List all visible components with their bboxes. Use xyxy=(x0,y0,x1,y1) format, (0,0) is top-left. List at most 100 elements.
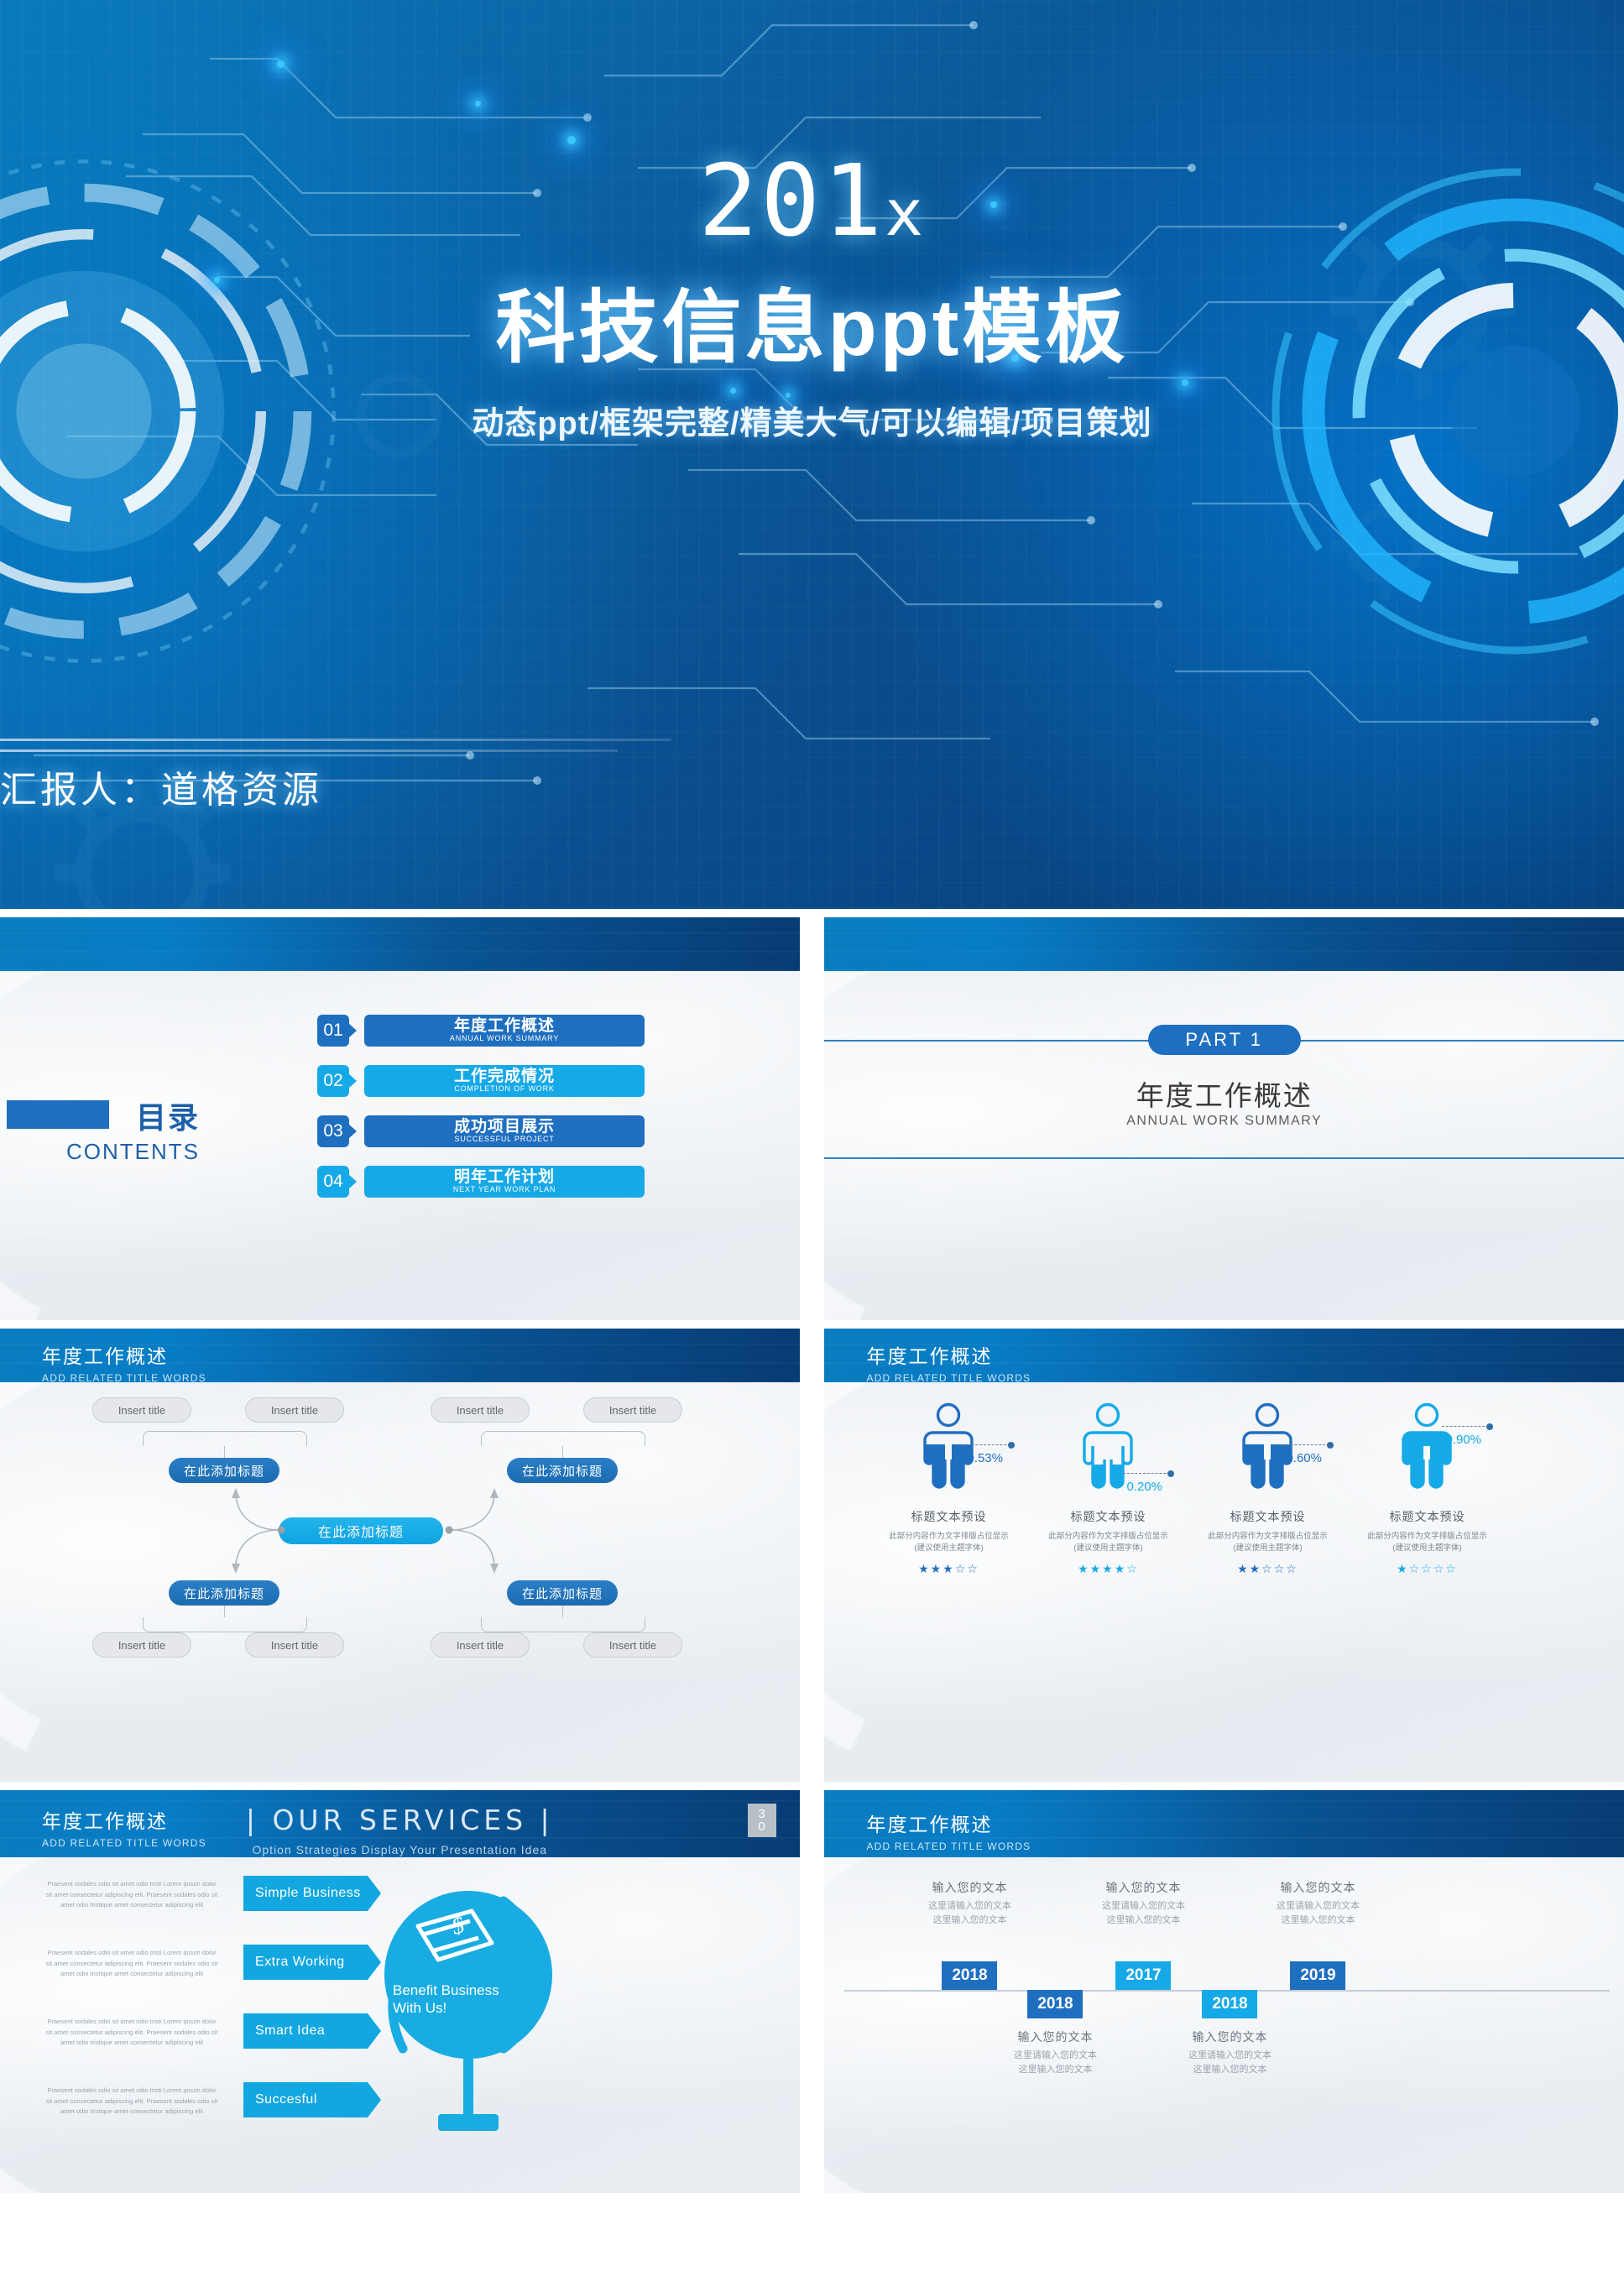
contents-item-pill: 工作完成情况 COMPLETION OF WORK xyxy=(364,1065,645,1097)
person-description: 此部分内容作为文字排版占位显示 (建议使用主题字体) xyxy=(1032,1531,1183,1555)
people-item-1: 0.53% 标题文本预设 此部分内容作为文字排版占位显示 (建议使用主题字体) … xyxy=(873,1402,1024,1576)
services-tab-extra-working[interactable]: Extra Working xyxy=(243,1945,381,1980)
timeline-year-badge[interactable]: 2018 xyxy=(942,1961,998,1990)
services-subtitle: Option Strategies Display Your Presentat… xyxy=(252,1843,548,1856)
contents-item-02[interactable]: 02 工作完成情况 COMPLETION OF WORK xyxy=(317,1065,645,1097)
globe-caption-line1: Benefit Business xyxy=(393,1982,499,1998)
flow-node-gray[interactable]: Insert title xyxy=(583,1632,682,1658)
timeline-desc-line2: 这里输入您的文本 xyxy=(1281,1915,1355,1926)
cover-year-digits: 201 xyxy=(698,143,885,258)
person-title: 标题文本预设 xyxy=(1389,1510,1465,1523)
timeline-desc-line1: 这里请输入您的文本 xyxy=(1013,2050,1097,2060)
timeline-desc-line2: 这里输入您的文本 xyxy=(1106,1915,1181,1926)
flow-node-blue[interactable]: 在此添加标题 xyxy=(169,1458,279,1483)
contents-item-04[interactable]: 04 明年工作计划 NEXT YEAR WORK PLAN xyxy=(317,1166,645,1198)
flow-node-blue[interactable]: 在此添加标题 xyxy=(507,1580,618,1606)
contents-slide-header xyxy=(0,917,800,971)
people-slide-body: 0.53% 标题文本预设 此部分内容作为文字排版占位显示 (建议使用主题字体) … xyxy=(824,1382,1624,1782)
flow-node-gray[interactable]: Insert title xyxy=(92,1397,191,1423)
services-badge-bottom: 0 xyxy=(758,1820,765,1834)
timeline-desc-line1: 这里请输入您的文本 xyxy=(927,1901,1011,1911)
column-separator xyxy=(807,1790,817,2193)
slide-row-2: 目录 CONTENTS 01 年度工作概述 ANNUAL WORK SUMMAR… xyxy=(0,917,1624,1320)
services-tab-succesful[interactable]: Succesful xyxy=(243,2082,381,2117)
flow-node-center[interactable]: 在此添加标题 xyxy=(279,1517,443,1544)
part-title-en: ANNUAL WORK SUMMARY xyxy=(1126,1114,1323,1128)
people-slide-header: 年度工作概述 ADD RELATED TITLE WORDS xyxy=(824,1329,1624,1382)
timeline-year-badge[interactable]: 2018 xyxy=(1027,1990,1084,2018)
timeline-slide-body: 输入您的文本 这里请输入您的文本 这里输入您的文本 2018 2018 输入您的… xyxy=(824,1857,1624,2193)
timeline-desc: 这里请输入您的文本 这里输入您的文本 xyxy=(1167,2049,1292,2077)
contents-slide-body: 目录 CONTENTS 01 年度工作概述 ANNUAL WORK SUMMAR… xyxy=(0,971,800,1320)
flow-stem xyxy=(562,1606,564,1617)
timeline-year-badge[interactable]: 2017 xyxy=(1115,1961,1172,1990)
services-slide-header: 年度工作概述 ADD RELATED TITLE WORDS | OUR SER… xyxy=(0,1790,800,1857)
services-slide: 年度工作概述 ADD RELATED TITLE WORDS | OUR SER… xyxy=(0,1790,800,2193)
cover-title: 科技信息ppt模板 xyxy=(495,284,1129,373)
part-title-cn: 年度工作概述 xyxy=(1136,1080,1313,1111)
part-slide-body: PART 1 年度工作概述 ANNUAL WORK SUMMARY xyxy=(824,971,1624,1320)
timeline-desc: 这里请输入您的文本 这里输入您的文本 xyxy=(992,2049,1118,2077)
timeline-heading: 输入您的文本 xyxy=(932,1881,1008,1894)
slide-header-title-cn: 年度工作概述 xyxy=(866,1814,993,1835)
contents-item-01[interactable]: 01 年度工作概述 ANNUAL WORK SUMMARY xyxy=(317,1015,645,1047)
person-description-line2: (建议使用主题字体) xyxy=(1392,1543,1462,1553)
contents-item-pill: 成功项目展示 SUCCESSFUL PROJECT xyxy=(364,1115,645,1147)
services-title: | OUR SERVICES | xyxy=(245,1804,554,1836)
person-description: 此部分内容作为文字排版占位显示 (建议使用主题字体) xyxy=(1351,1531,1502,1555)
flow-node-blue[interactable]: 在此添加标题 xyxy=(507,1458,618,1483)
flowchart-slide: 年度工作概述 ADD RELATED TITLE WORDS Insert ti… xyxy=(0,1329,800,1782)
flow-node-blue[interactable]: 在此添加标题 xyxy=(169,1580,279,1606)
timeline-desc-line2: 这里输入您的文本 xyxy=(1018,2065,1093,2076)
flowchart-slide-header: 年度工作概述 ADD RELATED TITLE WORDS xyxy=(0,1329,800,1382)
person-star-rating: ★☆☆☆☆ xyxy=(1397,1561,1458,1575)
person-title: 标题文本预设 xyxy=(1230,1510,1306,1523)
person-percentage: 0.90% xyxy=(1445,1433,1481,1447)
flow-node-gray[interactable]: Insert title xyxy=(245,1397,344,1423)
timeline-year-badge[interactable]: 2018 xyxy=(1202,1990,1258,2018)
timeline-label-4: 输入您的文本 这里请输入您的文本 这里输入您的文本 xyxy=(1167,2029,1292,2077)
timeline-heading: 输入您的文本 xyxy=(1192,2030,1268,2044)
contents-title-cn: 目录 xyxy=(135,1100,200,1135)
slide-header-title-en: ADD RELATED TITLE WORDS xyxy=(866,1372,1031,1382)
flow-brace xyxy=(481,1431,645,1446)
person-figure: 0.20% xyxy=(1032,1402,1183,1503)
person-leader-line xyxy=(963,1442,1016,1449)
part-slide-header xyxy=(824,917,1624,971)
person-percentage: 0.20% xyxy=(1126,1480,1162,1494)
timeline-desc-line2: 这里输入您的文本 xyxy=(932,1915,1007,1926)
people-item-4: 0.90% 标题文本预设 此部分内容作为文字排版占位显示 (建议使用主题字体) … xyxy=(1351,1402,1502,1576)
services-tab-smart-idea[interactable]: Smart Idea xyxy=(243,2013,381,2049)
flow-node-gray[interactable]: Insert title xyxy=(245,1632,344,1658)
person-star-rating: ★★★☆☆ xyxy=(918,1561,979,1575)
services-page-badge: 3 0 xyxy=(747,1804,776,1837)
flow-node-gray[interactable]: Insert title xyxy=(431,1397,530,1423)
part-slide: PART 1 年度工作概述 ANNUAL WORK SUMMARY xyxy=(824,917,1624,1320)
person-figure: 0.53% xyxy=(873,1402,1024,1503)
person-description-line1: 此部分内容作为文字排版占位显示 xyxy=(889,1532,1009,1541)
person-description-line2: (建议使用主题字体) xyxy=(914,1543,984,1553)
contents-list: 01 年度工作概述 ANNUAL WORK SUMMARY 02 工作完成情况 … xyxy=(317,1015,645,1216)
row-separator xyxy=(0,909,1624,917)
timeline-heading: 输入您的文本 xyxy=(1017,2030,1094,2044)
timeline-slide: 年度工作概述 ADD RELATED TITLE WORDS 输入您的文本 这里… xyxy=(824,1790,1624,2193)
services-paragraph: Praesent sodales odio sit amet odio tris… xyxy=(45,2086,218,2116)
slide-header-title-cn: 年度工作概述 xyxy=(866,1345,993,1367)
flow-node-gray[interactable]: Insert title xyxy=(92,1632,191,1658)
timeline-label-3: 输入您的文本 这里请输入您的文本 这里输入您的文本 xyxy=(1080,1879,1206,1928)
timeline-desc: 这里请输入您的文本 这里输入您的文本 xyxy=(906,1899,1032,1928)
services-paragraph: Praesent sodales odio sit amet odio tris… xyxy=(45,1880,218,1909)
flow-node-gray[interactable]: Insert title xyxy=(431,1632,530,1658)
slide-header-title-en: ADD RELATED TITLE WORDS xyxy=(42,1372,206,1382)
flow-node-gray[interactable]: Insert title xyxy=(583,1397,682,1423)
contents-item-03[interactable]: 03 成功项目展示 SUCCESSFUL PROJECT xyxy=(317,1115,645,1147)
contents-item-label-cn: 明年工作计划 xyxy=(453,1168,555,1187)
services-tab-simple-business[interactable]: Simple Business xyxy=(243,1876,381,1911)
column-separator xyxy=(807,1329,817,1782)
timeline-year-badge[interactable]: 2019 xyxy=(1290,1961,1346,1990)
flow-connector-right xyxy=(445,1488,499,1574)
flow-connector-left xyxy=(232,1488,285,1574)
globe-caption-line2: With Us! xyxy=(393,2000,447,2017)
timeline-desc-line1: 这里请输入您的文本 xyxy=(1188,2050,1272,2060)
timeline-heading: 输入您的文本 xyxy=(1280,1881,1356,1894)
